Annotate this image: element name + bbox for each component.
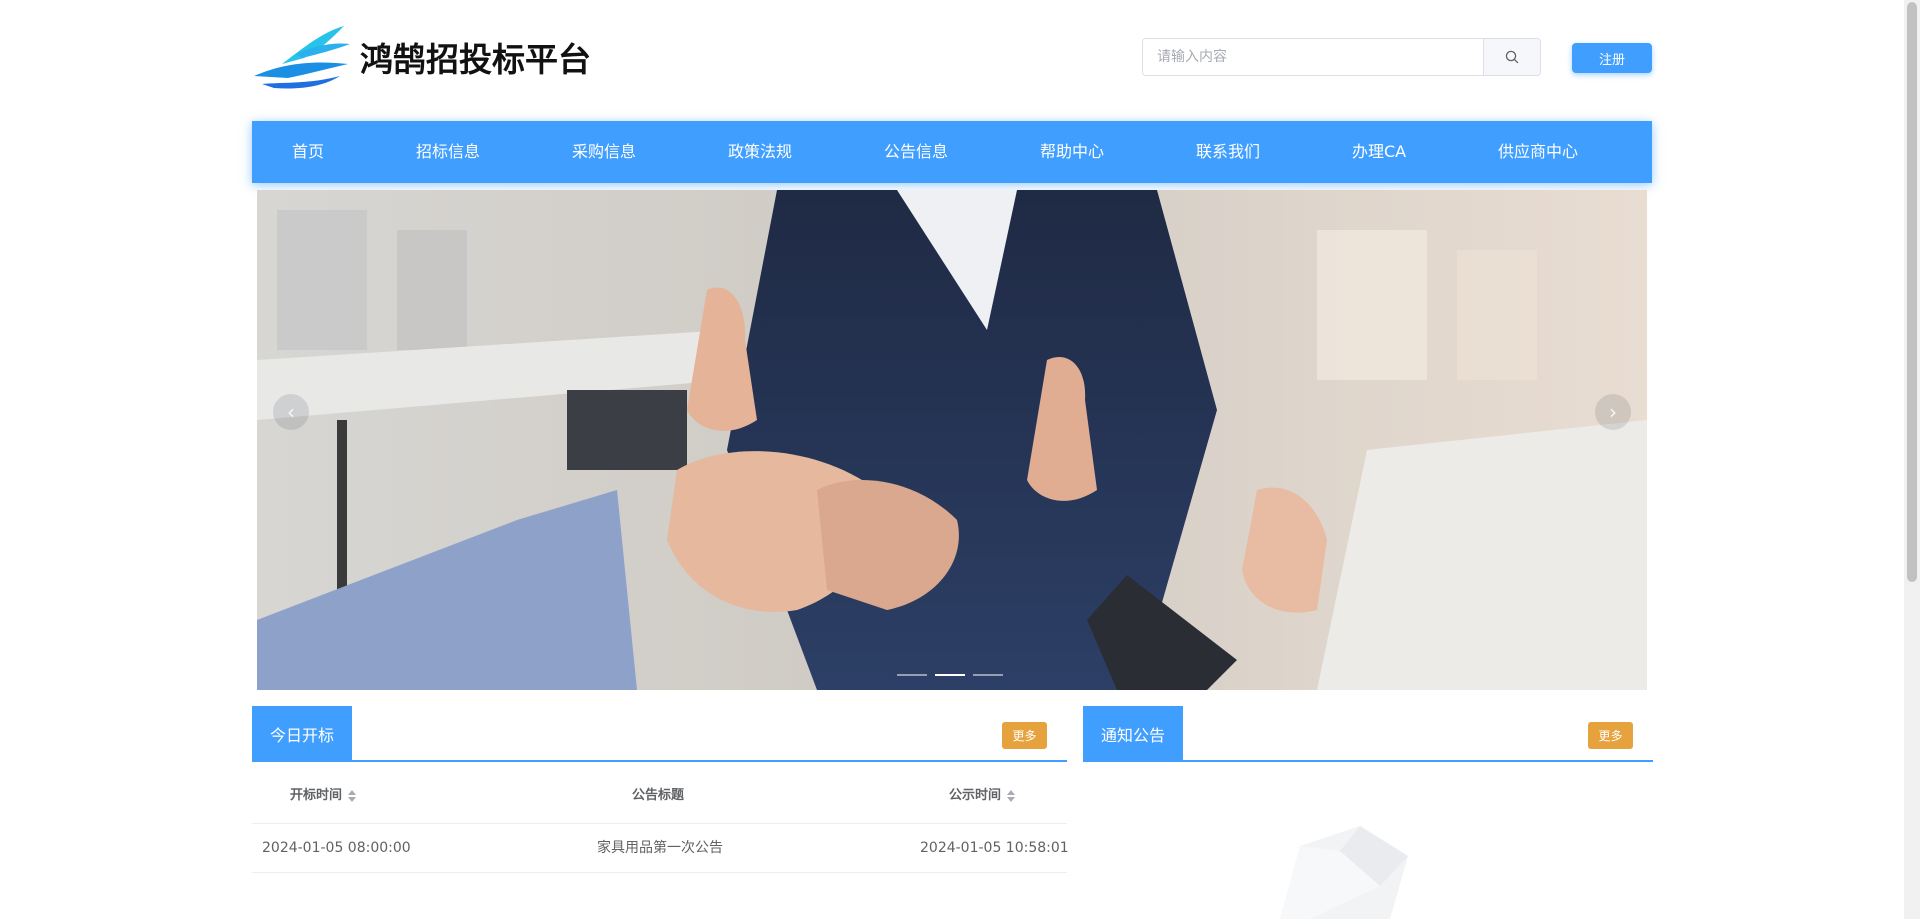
table-row[interactable]: 2024-01-05 08:00:00 家具用品第一次公告 2024-01-05… — [252, 824, 1069, 873]
sort-icon[interactable] — [348, 789, 357, 802]
search-icon — [1505, 50, 1519, 64]
today-opening-table: 开标时间 公告标题 公示时间 2024-01-05 08:00:00 家具用品第… — [252, 768, 1069, 873]
nav-item-ca[interactable]: 办理CA — [1352, 121, 1406, 183]
bird-wing-logo-icon — [254, 26, 350, 89]
today-opening-more-button[interactable]: 更多 — [1002, 722, 1047, 749]
carousel-slide-image — [257, 190, 1647, 690]
column-header-publish-time[interactable]: 公示时间 — [949, 768, 1016, 823]
cell-open-time: 2024-01-05 08:00:00 — [262, 840, 411, 856]
carousel-indicators — [897, 674, 1003, 676]
site-title: 鸿鹄招投标平台 — [360, 40, 591, 79]
notices-header: 通知公告 更多 — [1083, 706, 1653, 762]
nav-item-contact-us[interactable]: 联系我们 — [1196, 121, 1260, 183]
page-scrollbar[interactable] — [1904, 0, 1920, 919]
table-header-row: 开标时间 公告标题 公示时间 — [252, 768, 1067, 824]
carousel-indicator-active[interactable] — [935, 674, 965, 676]
register-button[interactable]: 注册 — [1572, 43, 1652, 73]
sort-icon[interactable] — [1007, 789, 1016, 802]
tab-today-opening[interactable]: 今日开标 — [252, 706, 352, 762]
site-logo[interactable]: 鸿鹄招投标平台 — [252, 24, 592, 90]
notices-more-button[interactable]: 更多 — [1588, 722, 1633, 749]
search-button[interactable] — [1483, 39, 1540, 75]
nav-item-procurement-info[interactable]: 采购信息 — [572, 121, 636, 183]
nav-item-tender-info[interactable]: 招标信息 — [416, 121, 480, 183]
carousel-indicator[interactable] — [973, 674, 1003, 676]
nav-item-announcements[interactable]: 公告信息 — [884, 121, 948, 183]
cell-title[interactable]: 家具用品第一次公告 — [597, 824, 723, 872]
search-bar — [1142, 38, 1541, 76]
chevron-right-icon: › — [1609, 400, 1617, 424]
empty-state-illustration — [1240, 826, 1420, 919]
nav-item-supplier-center[interactable]: 供应商中心 — [1498, 121, 1578, 183]
carousel-indicator[interactable] — [897, 674, 927, 676]
column-header-open-time[interactable]: 开标时间 — [290, 768, 357, 823]
cell-publish-time: 2024-01-05 10:58:01 — [920, 840, 1069, 856]
hero-carousel[interactable]: ‹ › — [257, 190, 1647, 690]
search-input[interactable] — [1143, 39, 1483, 75]
today-opening-header: 今日开标 更多 — [252, 706, 1067, 762]
main-nav: 首页 招标信息 采购信息 政策法规 公告信息 帮助中心 联系我们 办理CA 供应… — [252, 121, 1652, 183]
chevron-left-icon: ‹ — [287, 400, 295, 424]
scrollbar-thumb[interactable] — [1907, 2, 1917, 582]
nav-item-policies[interactable]: 政策法规 — [728, 121, 792, 183]
carousel-next-button[interactable]: › — [1595, 394, 1631, 430]
nav-item-home[interactable]: 首页 — [292, 121, 324, 183]
nav-item-help-center[interactable]: 帮助中心 — [1040, 121, 1104, 183]
column-header-title: 公告标题 — [632, 788, 685, 803]
tab-notices[interactable]: 通知公告 — [1083, 706, 1183, 762]
carousel-prev-button[interactable]: ‹ — [273, 394, 309, 430]
